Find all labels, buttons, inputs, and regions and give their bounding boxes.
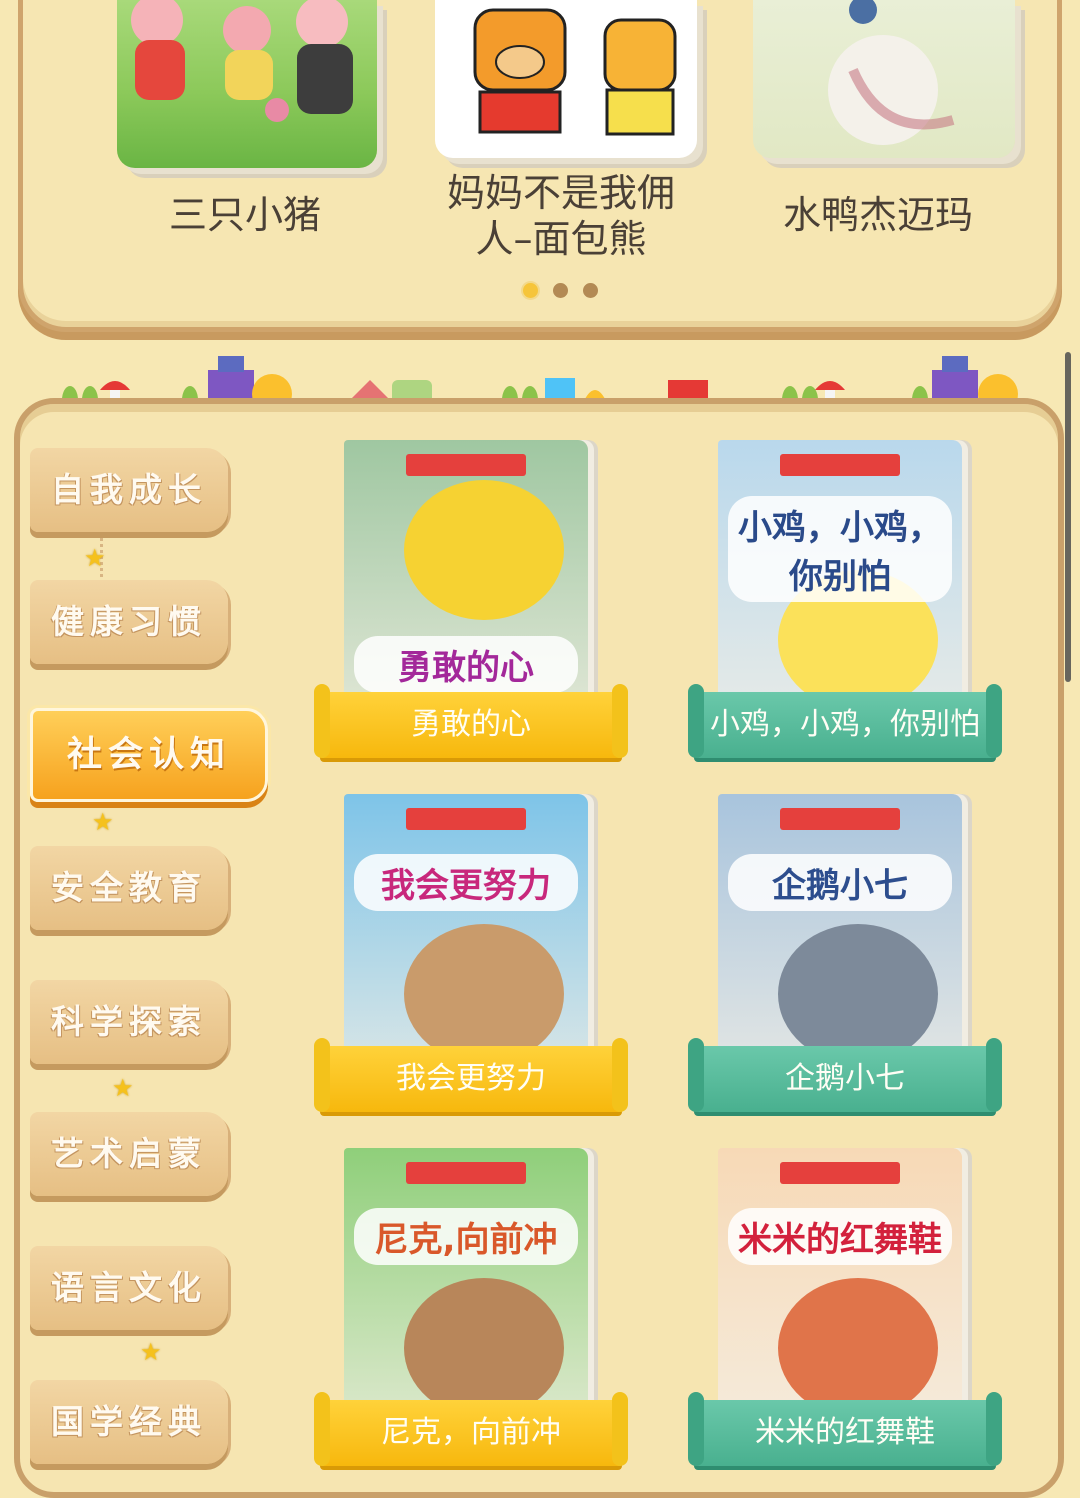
book-cover[interactable]: 勇敢的心 <box>344 440 588 696</box>
book-cover-title: 我会更努力 <box>354 854 578 911</box>
book-title-ribbon[interactable]: 米米的红舞鞋 <box>688 1392 1002 1466</box>
category-tab-classics[interactable]: 国学经典 <box>30 1380 228 1464</box>
star-icon: ★ <box>92 808 114 836</box>
category-tab-self-growth[interactable]: 自我成长 <box>30 448 228 532</box>
category-tab-art-enlightenment[interactable]: 艺术启蒙 <box>30 1112 228 1196</box>
series-badge <box>780 808 900 830</box>
star-icon: ★ <box>84 544 106 572</box>
bread-bear-illustration <box>473 8 677 136</box>
carousel-book-title-2[interactable]: 妈妈不是我佣 人–面包熊 <box>411 170 711 262</box>
book-cover[interactable]: 尼克,向前冲 <box>344 1148 588 1404</box>
book-title-ribbon[interactable]: 企鹅小七 <box>688 1038 1002 1112</box>
carousel-book-cover-3[interactable] <box>753 0 1015 158</box>
book-title-ribbon[interactable]: 尼克，向前冲 <box>314 1392 628 1466</box>
carousel-book-cover-2[interactable] <box>435 0 697 158</box>
book-illustration <box>404 1278 564 1404</box>
category-tab-language-culture[interactable]: 语言文化 <box>30 1246 228 1330</box>
carousel-book-title-3[interactable]: 水鸭杰迈玛 <box>728 192 1028 238</box>
book-illustration <box>404 924 564 1050</box>
category-tab-social-cognition[interactable]: 社会认知 <box>30 708 268 802</box>
book-title-ribbon[interactable]: 勇敢的心 <box>314 684 628 758</box>
three-pigs-illustration <box>131 0 353 122</box>
book-cover-title: 尼克,向前冲 <box>354 1208 578 1265</box>
carousel-dot-2[interactable] <box>553 283 568 298</box>
duck-illustration <box>828 0 955 145</box>
book-cover[interactable]: 小鸡，小鸡， 你别怕 <box>718 440 962 696</box>
book-cover[interactable]: 我会更努力 <box>344 794 588 1050</box>
book-title-ribbon[interactable]: 小鸡，小鸡，你别怕 <box>688 684 1002 758</box>
series-badge <box>406 1162 526 1184</box>
category-tab-safety-education[interactable]: 安全教育 <box>30 846 228 930</box>
star-icon: ★ <box>140 1338 162 1366</box>
book-cover-title: 小鸡，小鸡， 你别怕 <box>728 496 952 602</box>
series-badge <box>780 1162 900 1184</box>
book-cover-title: 企鹅小七 <box>728 854 952 911</box>
book-title-ribbon[interactable]: 我会更努力 <box>314 1038 628 1112</box>
book-illustration <box>778 1278 938 1404</box>
carousel-book-title-1[interactable]: 三只小猪 <box>95 192 395 238</box>
carousel-pagination[interactable] <box>523 283 598 298</box>
book-illustration <box>778 924 938 1050</box>
series-badge <box>406 454 526 476</box>
book-cover[interactable]: 企鹅小七 <box>718 794 962 1050</box>
carousel-dot-3[interactable] <box>583 283 598 298</box>
scrollbar-thumb[interactable] <box>1065 352 1071 682</box>
book-cover-title: 勇敢的心 <box>354 636 578 693</box>
carousel-book-cover-1[interactable] <box>117 0 377 168</box>
book-cover-title: 米米的红舞鞋 <box>728 1208 952 1265</box>
star-icon: ★ <box>112 1074 134 1102</box>
carousel-dot-1[interactable] <box>523 283 538 298</box>
featured-carousel: 三只小猪 妈妈不是我佣 人–面包熊 水鸭杰迈玛 <box>18 0 1062 332</box>
book-cover[interactable]: 米米的红舞鞋 <box>718 1148 962 1404</box>
series-badge <box>406 808 526 830</box>
series-badge <box>780 454 900 476</box>
category-tab-science-exploration[interactable]: 科学探索 <box>30 980 228 1064</box>
category-tab-healthy-habits[interactable]: 健康习惯 <box>30 580 228 664</box>
